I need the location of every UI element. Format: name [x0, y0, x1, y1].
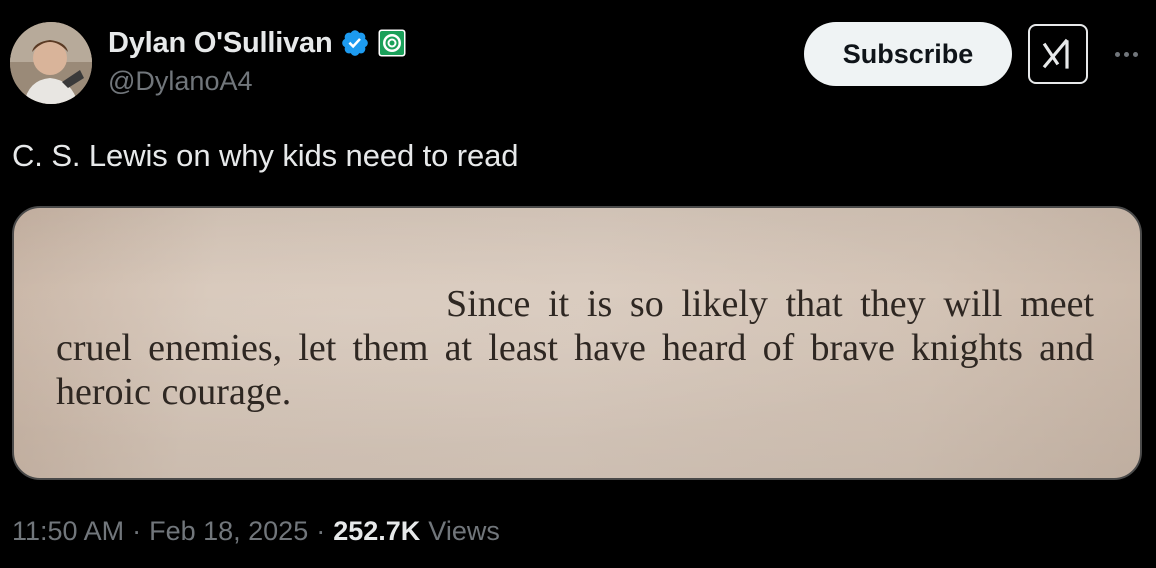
tweet-date[interactable]: Feb 18, 2025	[149, 516, 308, 547]
more-icon-dot	[1123, 51, 1129, 57]
grok-icon	[1042, 38, 1069, 69]
tweet-time[interactable]: 11:50 AM	[12, 516, 124, 547]
more-icon-dot	[1132, 51, 1138, 57]
verified-badge-icon[interactable]	[340, 28, 370, 58]
author-name-row: Dylan O'Sullivan	[108, 24, 406, 62]
avatar[interactable]	[10, 22, 92, 104]
profile-photo	[10, 22, 92, 104]
author-display-name[interactable]: Dylan O'Sullivan	[108, 27, 333, 60]
image-quote-text: Since it is so likely that they will mee…	[56, 283, 1094, 413]
subscribe-button[interactable]: Subscribe	[804, 22, 1012, 86]
author-handle[interactable]: @DylanoA4	[108, 66, 252, 97]
tweet-image[interactable]: Since it is so likely that they will mee…	[12, 206, 1142, 480]
meta-separator: ·	[316, 516, 326, 546]
more-options-button[interactable]	[1106, 34, 1146, 74]
grok-button[interactable]	[1028, 24, 1088, 84]
tweet-text: C. S. Lewis on why kids need to read	[12, 138, 519, 173]
meta-separator: ·	[132, 516, 142, 546]
views-count[interactable]: 252.7K	[333, 516, 420, 547]
tweet-meta: 11:50 AM · Feb 18, 2025 · 252.7K Views	[12, 516, 500, 547]
affiliate-badge-icon[interactable]	[378, 29, 406, 57]
more-icon	[1114, 51, 1120, 57]
views-label[interactable]: Views	[428, 516, 500, 547]
